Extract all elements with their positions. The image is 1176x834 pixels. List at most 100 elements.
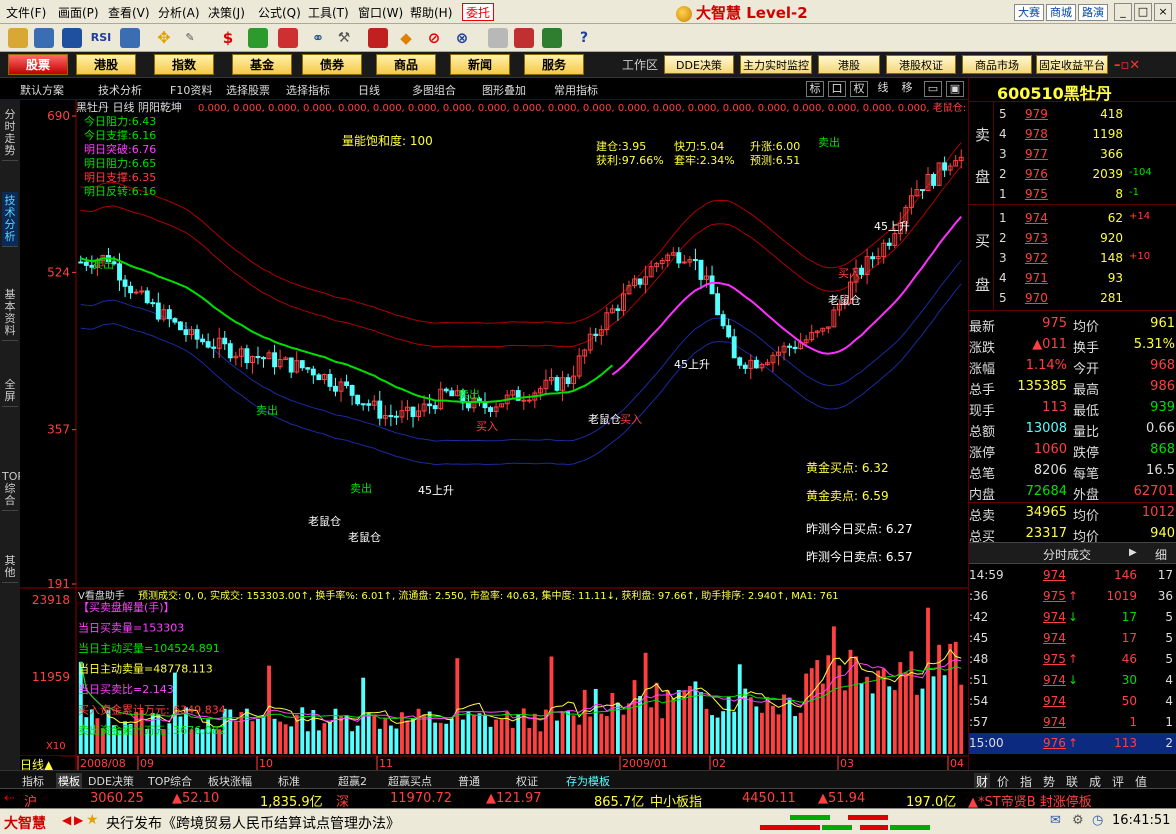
nav-commodity[interactable]: 商品 (376, 54, 436, 75)
orderbook-buy-row[interactable]: 3 972 148 +10 (969, 248, 1176, 268)
menu-file[interactable]: 文件(F) (6, 4, 46, 21)
dollar-icon[interactable]: $ (218, 28, 238, 48)
opt-overlay[interactable]: 图形叠加 (482, 82, 526, 98)
nav2-dde[interactable]: DDE决策 (664, 55, 734, 74)
opt-tech-analysis[interactable]: 技术分析 (98, 82, 142, 98)
nav2-hk[interactable]: 港股 (818, 55, 880, 74)
vtab-timeshare[interactable]: 分时走势 (2, 106, 18, 161)
opt-daily[interactable]: 日线 (358, 82, 380, 98)
opt-select-indicator[interactable]: 选择指标 (286, 82, 330, 98)
opt-btn-right[interactable]: 权 (850, 81, 868, 97)
menu-decision[interactable]: 决策(J) (208, 4, 245, 21)
vtab-technical[interactable]: 技术分析 (2, 192, 18, 247)
help-icon[interactable]: ? (574, 28, 594, 48)
opt-select-stock[interactable]: 选择股票 (226, 82, 270, 98)
orderbook-sell-row[interactable]: 4 978 1198 (969, 124, 1176, 144)
nav-bond[interactable]: 债券 (302, 54, 362, 75)
ticker-prev-icon[interactable]: ◀ (62, 813, 71, 827)
copy-icon[interactable] (488, 28, 508, 48)
nav-index[interactable]: 指数 (154, 54, 214, 75)
hammer-icon[interactable]: ⚒ (334, 28, 354, 48)
bottom-tab[interactable]: 模板 (56, 773, 82, 789)
opt-btn-window-icon[interactable]: ▭ (924, 81, 942, 97)
bottom-tab[interactable]: 超赢买点 (388, 773, 432, 789)
orderbook-buy-row[interactable]: 5 970 281 (969, 288, 1176, 308)
top-button-roadshow[interactable]: 路演 (1078, 4, 1108, 21)
bottom-tab[interactable]: 普通 (458, 773, 480, 789)
opt-f10[interactable]: F10资料 (170, 82, 212, 98)
top-button-contest[interactable]: 大赛 (1014, 4, 1044, 21)
menu-help[interactable]: 帮助(H) (410, 4, 452, 21)
nav-fund[interactable]: 基金 (232, 54, 292, 75)
bottom-tab[interactable]: 指标 (22, 773, 44, 789)
vtab-other[interactable]: 其他 (2, 552, 18, 583)
vtab-fullscreen[interactable]: 全屏 (2, 376, 18, 407)
nav-service[interactable]: 服务 (524, 54, 584, 75)
nav2-commodity-market[interactable]: 商品市场 (962, 55, 1032, 74)
ticker-news[interactable]: 央行发布《跨境贸易人民币结算试点管理办法》 (106, 813, 400, 833)
menu-analysis[interactable]: 分析(A) (158, 4, 200, 21)
move-icon[interactable]: ✥ (154, 28, 174, 48)
eye-icon[interactable] (248, 28, 268, 48)
orderbook-sell-row[interactable]: 1 975 8 -1 (969, 184, 1176, 204)
bottom-tab[interactable]: 标准 (278, 773, 300, 789)
disk-icon[interactable]: ⊗ (452, 28, 472, 48)
menu-formula[interactable]: 公式(Q) (258, 4, 301, 21)
minimize-button[interactable]: _ (1114, 3, 1132, 21)
bottom-tab[interactable]: 存为模板 (566, 773, 610, 789)
orderbook-sell-row[interactable]: 5 979 418 (969, 104, 1176, 124)
vtab-fundamental[interactable]: 基本资料 (2, 286, 18, 341)
bottom-tab[interactable]: 板块涨幅 (208, 773, 252, 789)
bottom-tab[interactable]: TOP综合 (148, 773, 192, 789)
trades-arrow-icon[interactable]: ▶ (1129, 547, 1137, 558)
orderbook-sell-row[interactable]: 2 976 2039 -104 (969, 164, 1176, 184)
close-button[interactable]: × (1154, 3, 1172, 21)
maximize-button[interactable]: □ (1134, 3, 1152, 21)
chart-area[interactable]: 690 524 357 191 23918 11959 2008/08 09 10 11 2009/… (20, 100, 1024, 772)
chart-svg[interactable]: 69052435719123918119592008/08 09 10 11 2009/… (20, 100, 1024, 770)
bottom-tab[interactable]: 超赢2 (338, 773, 367, 789)
rsi-icon[interactable]: RSI (88, 28, 114, 48)
chart-icon[interactable] (34, 28, 54, 48)
opt-multi-chart[interactable]: 多图组合 (412, 82, 456, 98)
nav2-hk-warrant[interactable]: 港股权证 (886, 55, 956, 74)
menu-window[interactable]: 窗口(W) (358, 4, 403, 21)
diamond-icon[interactable]: ◆ (396, 28, 416, 48)
nav2-fixed-income[interactable]: 固定收益平台 (1036, 55, 1108, 74)
orderbook-buy-row[interactable]: 4 971 93 (969, 268, 1176, 288)
menu-view[interactable]: 查看(V) (108, 4, 150, 21)
layout-icon[interactable] (514, 28, 534, 48)
binoculars-icon[interactable]: ⚭ (308, 28, 328, 48)
pen-icon[interactable]: ✎ (180, 28, 200, 48)
nav2-main-monitor[interactable]: 主力实时监控 (740, 55, 812, 74)
vtab-top[interactable]: TOP综合 (2, 468, 24, 511)
top-button-mall[interactable]: 商城 (1046, 4, 1076, 21)
books-icon[interactable] (542, 28, 562, 48)
flag-icon[interactable] (278, 28, 298, 48)
grid-icon[interactable] (62, 28, 82, 48)
bottom-tab[interactable]: 权证 (516, 773, 538, 789)
trades-detail-button[interactable]: 细 (1155, 546, 1167, 563)
menu-screen[interactable]: 画面(P) (58, 4, 99, 21)
opt-default-scheme[interactable]: 默认方案 (20, 82, 64, 98)
opt-btn-mark[interactable]: 标 (806, 81, 824, 97)
opt-btn-fullscreen-icon[interactable]: ▣ (946, 81, 964, 97)
alert-icon[interactable] (368, 28, 388, 48)
nav-hk[interactable]: 港股 (76, 54, 136, 75)
nav-stocks[interactable]: 股票 (8, 54, 68, 75)
opt-btn-move[interactable]: 移 (898, 81, 916, 97)
opt-btn-line[interactable]: 线 (874, 81, 892, 97)
calc-icon[interactable] (120, 28, 140, 48)
menu-tools[interactable]: 工具(T) (308, 4, 349, 21)
orderbook-sell-row[interactable]: 3 977 366 (969, 144, 1176, 164)
opt-btn-box[interactable]: 口 (828, 81, 846, 97)
orderbook-buy-row[interactable]: 1 974 62 +14 (969, 208, 1176, 228)
folder-icon[interactable] (8, 28, 28, 48)
no-icon[interactable]: ⊘ (424, 28, 444, 48)
exit-icon[interactable]: ⇠ (4, 791, 15, 806)
bottom-tab[interactable]: DDE决策 (88, 773, 134, 789)
nav-news[interactable]: 新闻 (450, 54, 510, 75)
weituo-button[interactable]: 委托 (462, 3, 494, 21)
status-mail-icon[interactable]: ✉ (1050, 813, 1061, 828)
ticker-next-icon[interactable]: ▶ (74, 813, 83, 827)
